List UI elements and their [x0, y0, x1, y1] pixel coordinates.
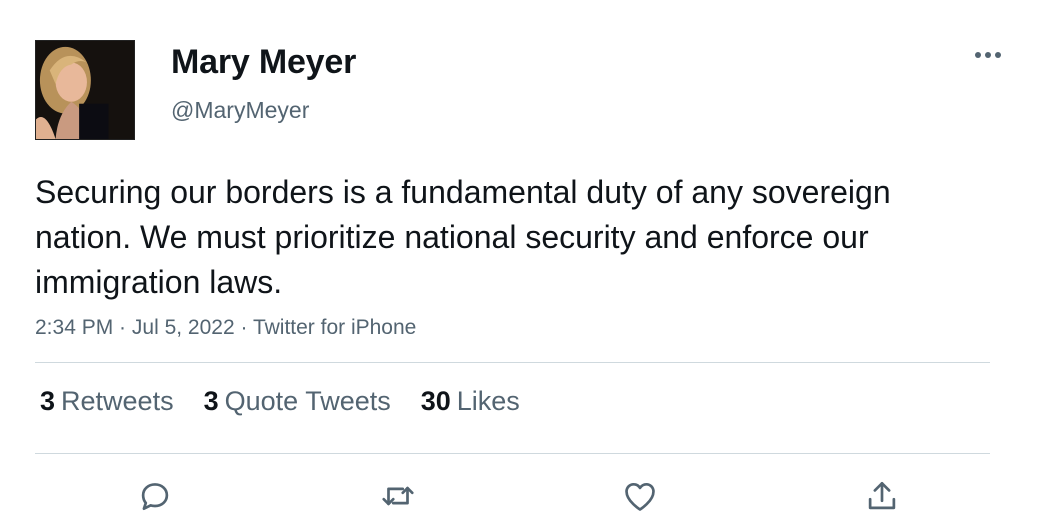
tweet-date[interactable]: Jul 5, 2022	[132, 316, 235, 339]
retweets-label: Retweets	[61, 386, 174, 416]
share-icon	[868, 481, 896, 510]
avatar[interactable]	[35, 40, 135, 140]
reply-button[interactable]	[133, 474, 177, 518]
tweet-meta: 2:34 PM · Jul 5, 2022 · Twitter for iPho…	[35, 316, 416, 340]
profile-photo-icon	[36, 41, 134, 139]
retweets-count: 3	[40, 386, 56, 416]
author-handle[interactable]: @MaryMeyer	[171, 97, 309, 124]
divider	[35, 453, 990, 454]
tweet-stats: 3 Retweets 3 Quote Tweets 30 Likes	[40, 386, 520, 417]
tweet-source[interactable]: Twitter for iPhone	[253, 316, 416, 339]
likes-label: Likes	[456, 386, 520, 416]
quotes-label: Quote Tweets	[224, 386, 391, 416]
meta-separator: ·	[113, 316, 132, 339]
more-dots-icon	[975, 52, 1001, 58]
meta-separator: ·	[234, 316, 253, 339]
quotes-count: 3	[203, 386, 219, 416]
share-button[interactable]	[860, 474, 904, 518]
tweet-time[interactable]: 2:34 PM	[35, 316, 113, 339]
quote-tweets-stat[interactable]: 3 Quote Tweets	[204, 386, 391, 417]
more-options-button[interactable]	[970, 40, 1006, 70]
heart-icon	[625, 482, 655, 511]
tweet-text: Securing our borders is a fundamental du…	[35, 174, 891, 300]
author-name[interactable]: Mary Meyer	[171, 43, 356, 82]
retweet-icon	[382, 486, 414, 506]
likes-stat[interactable]: 30 Likes	[421, 386, 520, 417]
retweet-button[interactable]	[376, 474, 420, 518]
divider	[35, 362, 990, 363]
retweets-stat[interactable]: 3 Retweets	[40, 386, 174, 417]
likes-count: 30	[420, 386, 451, 416]
like-button[interactable]	[618, 474, 662, 518]
action-bar	[0, 470, 1050, 520]
reply-icon	[141, 483, 169, 511]
